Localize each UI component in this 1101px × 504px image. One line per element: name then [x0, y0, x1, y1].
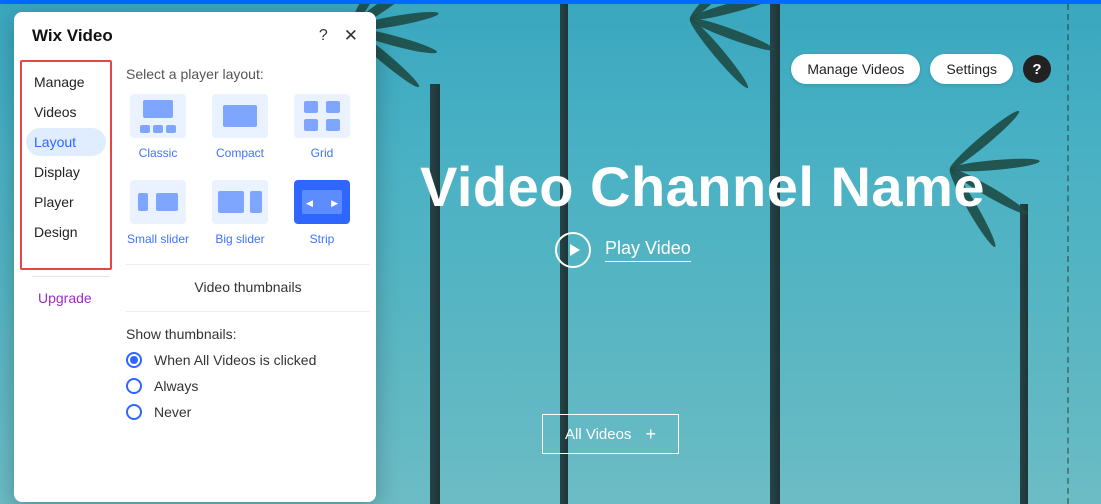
play-icon — [555, 232, 591, 268]
layout-option-big-slider[interactable]: Big slider — [208, 180, 272, 246]
upgrade-link[interactable]: Upgrade — [38, 290, 92, 306]
layout-prompt: Select a player layout: — [126, 66, 370, 82]
layout-options-grid: Classic Compact Grid — [126, 94, 370, 246]
thumbnails-option-always[interactable]: Always — [126, 378, 370, 394]
section-divider — [126, 311, 370, 312]
layout-thumb-grid — [294, 94, 350, 138]
wix-video-panel: Wix Video ? ✕ Manage Videos Layout Displ… — [14, 12, 376, 502]
palm-trunk — [430, 84, 440, 504]
sidebar-item-design[interactable]: Design — [26, 218, 106, 246]
layout-label: Grid — [311, 146, 334, 160]
layout-label: Big slider — [215, 232, 264, 246]
canvas-guide-line — [1067, 4, 1069, 504]
layout-option-classic[interactable]: Classic — [126, 94, 190, 160]
manage-videos-button[interactable]: Manage Videos — [791, 54, 920, 84]
panel-help-icon[interactable]: ? — [319, 27, 328, 45]
panel-sidebar: Manage Videos Layout Display Player Desi… — [20, 60, 112, 270]
radio-label-text: Always — [154, 378, 198, 394]
sidebar-item-manage[interactable]: Manage — [26, 68, 106, 96]
layout-thumb-classic — [130, 94, 186, 138]
palm-fronds — [350, 24, 530, 144]
layout-label: Compact — [216, 146, 264, 160]
thumbnails-option-never[interactable]: Never — [126, 404, 370, 420]
layout-thumb-small-slider — [130, 180, 186, 224]
play-video-button[interactable]: Play Video — [555, 232, 691, 268]
video-channel-title: Video Channel Name — [420, 154, 1031, 219]
play-video-label: Play Video — [605, 238, 691, 262]
sidebar-item-layout[interactable]: Layout — [26, 128, 106, 156]
radio-icon — [126, 404, 142, 420]
layout-label: Small slider — [127, 232, 189, 246]
thumbnails-label: Show thumbnails: — [126, 326, 370, 342]
layout-option-small-slider[interactable]: Small slider — [126, 180, 190, 246]
sidebar-item-videos[interactable]: Videos — [26, 98, 106, 126]
close-icon[interactable]: ✕ — [344, 26, 358, 46]
layout-option-grid[interactable]: Grid — [290, 94, 354, 160]
settings-button[interactable]: Settings — [930, 54, 1013, 84]
thumbnails-heading: Video thumbnails — [126, 279, 370, 295]
sidebar-item-display[interactable]: Display — [26, 158, 106, 186]
layout-thumb-compact — [212, 94, 268, 138]
radio-label-text: Never — [154, 404, 191, 420]
all-videos-button[interactable]: All Videos + — [542, 414, 679, 454]
sidebar-divider — [32, 276, 110, 277]
plus-icon: + — [645, 425, 656, 443]
panel-content: Select a player layout: Classic Comp — [112, 56, 376, 502]
thumbnails-option-when-clicked[interactable]: When All Videos is clicked — [126, 352, 370, 368]
sidebar-item-player[interactable]: Player — [26, 188, 106, 216]
widget-toolbar: Manage Videos Settings ? — [791, 54, 1051, 84]
radio-label-text: When All Videos is clicked — [154, 352, 316, 368]
layout-thumb-big-slider — [212, 180, 268, 224]
section-divider — [126, 264, 370, 265]
panel-title: Wix Video — [32, 26, 113, 46]
layout-thumb-strip: ◀ ▶ — [294, 180, 350, 224]
panel-header: Wix Video ? ✕ — [14, 12, 376, 56]
layout-option-strip[interactable]: ◀ ▶ Strip — [290, 180, 354, 246]
layout-option-compact[interactable]: Compact — [208, 94, 272, 160]
layout-label: Classic — [139, 146, 178, 160]
all-videos-label: All Videos — [565, 426, 631, 443]
radio-icon — [126, 378, 142, 394]
layout-label: Strip — [310, 232, 335, 246]
radio-icon — [126, 352, 142, 368]
help-icon[interactable]: ? — [1023, 55, 1051, 83]
